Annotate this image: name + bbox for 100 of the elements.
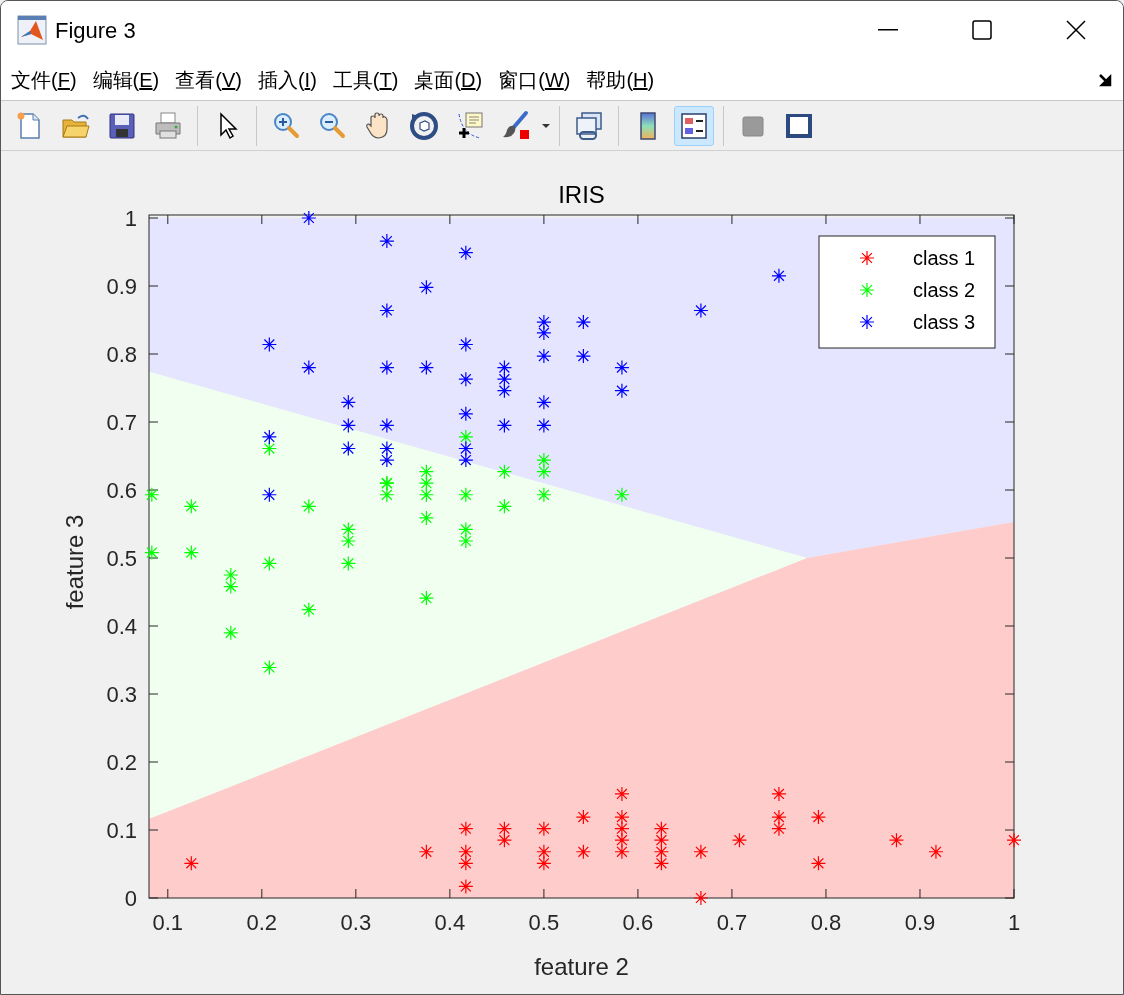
- menu-item[interactable]: 文件(F): [9, 64, 79, 95]
- tick-label: 0.7: [716, 910, 748, 935]
- tick-label: 0.2: [106, 750, 137, 775]
- menu-item[interactable]: 编辑(E): [90, 64, 162, 95]
- data-point: [614, 809, 630, 825]
- data-point: [379, 302, 395, 319]
- data-point: [575, 348, 591, 364]
- menu-item[interactable]: 插入(I): [255, 64, 319, 95]
- data-point: [536, 348, 552, 364]
- data-point: [614, 844, 630, 860]
- data-point: [379, 440, 395, 457]
- data-point: [536, 417, 552, 433]
- data-point: [458, 878, 474, 895]
- data-point: [261, 487, 277, 503]
- window-title: Figure 3: [55, 16, 136, 45]
- app-icon: [17, 15, 47, 45]
- data-point: [340, 521, 356, 538]
- data-point: [418, 510, 434, 526]
- data-point: [771, 821, 787, 837]
- x-axis-label: feature 2: [534, 953, 629, 980]
- data-point: [379, 417, 395, 433]
- data-point: [458, 336, 474, 353]
- data-point: [614, 360, 630, 376]
- legend-label: class 2: [913, 279, 976, 301]
- tick-label: 0.6: [106, 478, 137, 503]
- dock-arrow-icon[interactable]: [1099, 73, 1113, 87]
- printer-icon: [152, 109, 184, 142]
- data-point: [301, 602, 317, 618]
- tick-label: 0.8: [106, 342, 137, 367]
- data-point: [496, 498, 512, 514]
- legend-label: class 1: [913, 247, 976, 269]
- tick-label: 0.4: [434, 910, 466, 935]
- data-point: [536, 844, 552, 860]
- data-point: [301, 360, 317, 376]
- data-point: [418, 464, 434, 480]
- data-point: [458, 452, 474, 468]
- tick-label: 0.9: [106, 274, 137, 299]
- data-point: [536, 314, 552, 330]
- data-point: [418, 360, 434, 376]
- data-point: [223, 567, 239, 583]
- data-point: [183, 544, 199, 561]
- data-point: [379, 487, 395, 503]
- data-point: [693, 890, 709, 906]
- tick-label: 0.2: [246, 910, 278, 935]
- data-point: [340, 417, 356, 433]
- data-point: [810, 809, 827, 825]
- data-point: [653, 832, 669, 848]
- tick-label: 1: [124, 206, 137, 231]
- data-point: [458, 429, 474, 445]
- data-point: [458, 821, 474, 837]
- tick-label: 0.7: [106, 410, 137, 435]
- data-point: [536, 464, 552, 480]
- menu-item[interactable]: 查看(V): [173, 64, 244, 95]
- menu-item[interactable]: 帮助(H): [584, 64, 657, 95]
- tick-label: 0.1: [152, 910, 184, 935]
- data-point: [458, 440, 474, 457]
- chart-title: IRIS: [558, 181, 605, 208]
- menu-item[interactable]: 桌面(D): [412, 64, 485, 95]
- data-point: [614, 487, 630, 503]
- data-point: [379, 233, 395, 249]
- menu-item[interactable]: 窗口(W): [496, 64, 573, 95]
- data-point: [693, 302, 709, 319]
- data-point: [458, 533, 474, 549]
- data-point: [458, 855, 474, 871]
- data-point: [379, 360, 395, 376]
- minimize-icon: [878, 29, 898, 31]
- data-point: [614, 821, 630, 837]
- data-point: [301, 210, 317, 226]
- data-point: [575, 844, 591, 860]
- data-point: [536, 452, 552, 468]
- tick-label: 0.6: [622, 910, 654, 935]
- data-point: [458, 406, 474, 422]
- data-point: [340, 394, 356, 410]
- data-point: [379, 452, 395, 468]
- close-icon: [1066, 20, 1086, 40]
- data-point: [144, 487, 160, 503]
- linked-windows-icon: [573, 109, 605, 142]
- data-point: [614, 832, 630, 848]
- data-point: [496, 383, 512, 399]
- data-point: [458, 844, 474, 860]
- tick-label: 0.3: [340, 910, 372, 935]
- data-point: [653, 844, 669, 860]
- data-point: [418, 279, 434, 295]
- data-point: [1006, 832, 1022, 848]
- menu-item[interactable]: 工具(T): [330, 64, 401, 95]
- data-point: [653, 855, 669, 871]
- tick-label: 0.4: [106, 614, 137, 639]
- maximize-icon: [972, 20, 992, 40]
- data-point: [340, 440, 356, 457]
- data-point: [771, 786, 787, 802]
- data-point: [575, 809, 591, 825]
- data-point: [183, 855, 199, 871]
- legend-label: class 3: [913, 311, 976, 333]
- data-point: [418, 475, 434, 491]
- data-point: [458, 371, 474, 387]
- data-point: [575, 314, 591, 330]
- tick-label: 0: [124, 886, 137, 911]
- data-point: [261, 336, 277, 353]
- data-point: [536, 821, 552, 837]
- data-point: [496, 417, 512, 433]
